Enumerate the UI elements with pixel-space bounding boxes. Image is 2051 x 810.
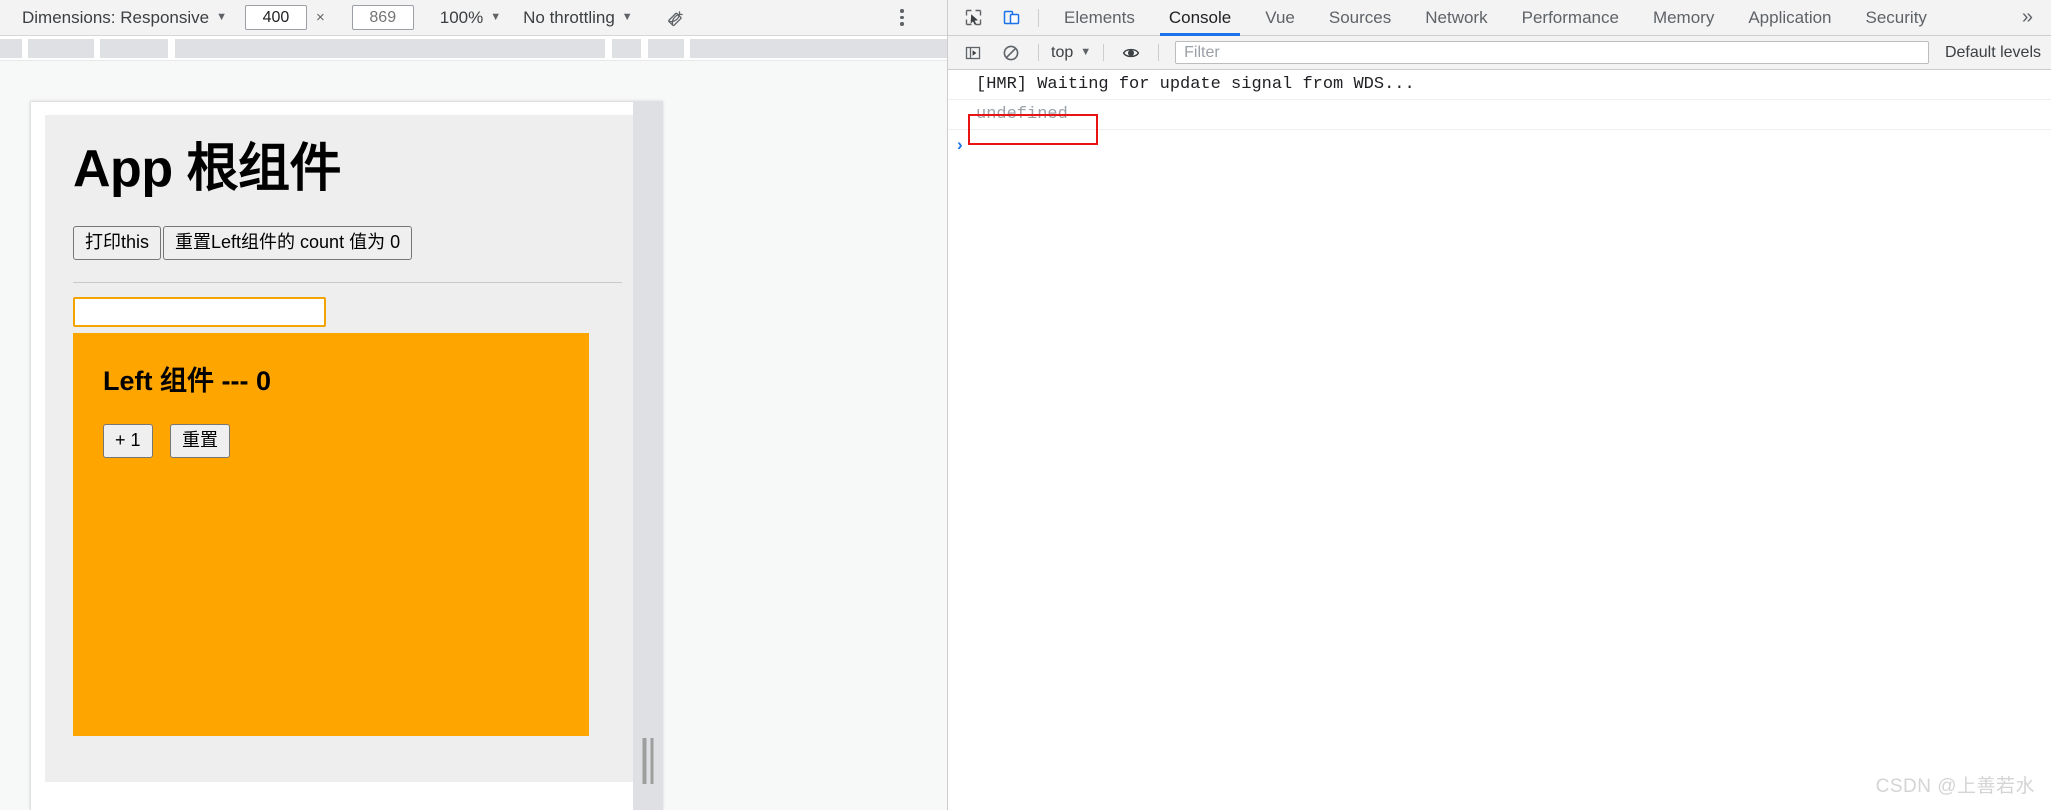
left-component-button-row: + 1 重置: [103, 423, 559, 458]
console-toolbar: top ▼ Filter Default levels: [948, 36, 2051, 70]
ruler-segment: [28, 39, 94, 58]
console-message-text: undefined: [976, 105, 1068, 124]
toolbar-separator: [1103, 44, 1105, 61]
tab-label: Application: [1748, 7, 1832, 27]
devtools-tabbar: Elements Console Vue Sources Network Per…: [948, 0, 2051, 36]
inspect-element-button[interactable]: [956, 3, 990, 33]
throttling-label: No throttling: [523, 7, 615, 27]
clear-console-button[interactable]: [994, 38, 1028, 68]
dimensions-label: Dimensions: Responsive: [22, 7, 210, 27]
increment-button[interactable]: + 1: [103, 423, 153, 458]
console-message[interactable]: undefined: [948, 100, 2051, 130]
console-filter-input[interactable]: Filter: [1175, 41, 1929, 64]
rotate-device-icon: [667, 10, 683, 26]
tab-vue[interactable]: Vue: [1248, 0, 1312, 36]
dimensions-dropdown[interactable]: Dimensions: Responsive ▼: [22, 8, 227, 28]
filter-placeholder: Filter: [1184, 43, 1220, 61]
print-this-button[interactable]: 打印this: [73, 226, 162, 260]
reset-button[interactable]: 重置: [169, 423, 230, 458]
console-sidebar-button[interactable]: [956, 38, 990, 68]
inspect-element-icon: [965, 9, 981, 26]
tab-network[interactable]: Network: [1408, 0, 1504, 36]
tab-security[interactable]: Security: [1849, 0, 1944, 36]
tab-label: Console: [1168, 7, 1232, 27]
toggle-device-toolbar-button[interactable]: [994, 3, 1028, 33]
app-root-component: App 根组件 打印this 重置Left组件的 count 值为 0 Left…: [45, 115, 650, 736]
live-expression-icon: [1122, 48, 1140, 57]
tab-label: Security: [1865, 7, 1927, 27]
tab-label: Sources: [1328, 7, 1392, 27]
app-button-row: 打印this 重置Left组件的 count 值为 0: [73, 226, 622, 260]
ruler-segment: [690, 39, 947, 58]
viewport-width-input[interactable]: [244, 5, 307, 30]
watermark: CSDN @上善若水: [1875, 776, 2035, 797]
tab-elements[interactable]: Elements: [1047, 0, 1152, 36]
ruler-segment: [175, 39, 605, 58]
context-label: top: [1051, 43, 1074, 61]
rotate-device-button[interactable]: [663, 5, 689, 31]
ruler-segment: [0, 39, 22, 58]
more-tabs-button[interactable]: »: [2012, 0, 2051, 36]
tab-console[interactable]: Console: [1152, 0, 1248, 36]
device-more-options-button[interactable]: [891, 7, 913, 29]
chevron-double-right-icon: »: [2021, 6, 2033, 28]
viewport-height-input[interactable]: [351, 5, 414, 30]
chevron-down-icon: ▼: [216, 10, 227, 23]
tab-label: Network: [1425, 7, 1488, 27]
zoom-label: 100%: [439, 7, 484, 27]
ruler-segment: [648, 39, 684, 58]
viewport-resize-handle[interactable]: [642, 738, 654, 784]
dimension-separator: ×: [315, 9, 325, 26]
toolbar-separator: [1038, 44, 1039, 61]
device-emulation-pane: Dimensions: Responsive ▼ × 100% ▼ No thr…: [0, 0, 947, 810]
tab-label: Performance: [1521, 7, 1619, 27]
tab-sources[interactable]: Sources: [1312, 0, 1408, 36]
toolbar-separator: [1158, 44, 1160, 61]
device-toolbar: Dimensions: Responsive ▼ × 100% ▼ No thr…: [0, 0, 947, 36]
tab-label: Memory: [1652, 7, 1715, 27]
reset-left-count-button[interactable]: 重置Left组件的 count 值为 0: [163, 226, 413, 260]
page-title: App 根组件: [73, 140, 342, 198]
ruler-segment: [612, 39, 641, 58]
prompt-symbol: ›: [957, 135, 963, 154]
left-component: Left 组件 --- 0 + 1 重置: [73, 332, 589, 736]
emulated-viewport: App 根组件 打印this 重置Left组件的 count 值为 0 Left…: [30, 101, 663, 810]
console-message[interactable]: [HMR] Waiting for update signal from WDS…: [948, 70, 2051, 100]
kebab-menu-icon: [900, 9, 904, 13]
live-expression-button[interactable]: [1114, 38, 1148, 68]
tab-performance[interactable]: Performance: [1505, 0, 1636, 36]
chevron-down-icon: ▼: [1080, 45, 1092, 58]
left-component-heading: Left 组件 --- 0: [103, 365, 271, 396]
clear-console-icon: [1003, 45, 1019, 60]
tab-label: Vue: [1265, 7, 1295, 27]
toggle-device-toolbar-icon: [1003, 10, 1019, 25]
zoom-dropdown[interactable]: 100% ▼: [440, 8, 501, 28]
viewport-resize-scrollbar[interactable]: [633, 101, 663, 810]
tab-label: Elements: [1064, 7, 1135, 27]
devtools-window: Dimensions: Responsive ▼ × 100% ▼ No thr…: [0, 0, 2051, 810]
log-levels-dropdown[interactable]: Default levels: [1945, 44, 2041, 62]
throttling-dropdown[interactable]: No throttling ▼: [523, 8, 633, 28]
tab-memory[interactable]: Memory: [1636, 0, 1731, 36]
console-sidebar-icon: [965, 46, 981, 59]
console-message-text: [HMR] Waiting for update signal from WDS…: [976, 75, 1415, 94]
text-input[interactable]: [73, 296, 326, 327]
chevron-down-icon: ▼: [621, 10, 633, 23]
devtools-pane: Elements Console Vue Sources Network Per…: [948, 0, 2051, 810]
toolbar-separator: [1038, 8, 1039, 27]
execution-context-dropdown[interactable]: top ▼: [1047, 44, 1095, 62]
console-message-list: [HMR] Waiting for update signal from WDS…: [948, 70, 2051, 810]
tab-application[interactable]: Application: [1731, 0, 1848, 36]
ruler-segment: [100, 39, 168, 58]
emulated-page-body: App 根组件 打印this 重置Left组件的 count 值为 0 Left…: [45, 115, 650, 782]
chevron-down-icon: ▼: [490, 10, 502, 23]
levels-label: Default levels: [1944, 43, 2041, 61]
console-prompt[interactable]: ›: [948, 130, 2051, 160]
viewport-ruler: [0, 36, 947, 61]
divider: [73, 281, 622, 283]
